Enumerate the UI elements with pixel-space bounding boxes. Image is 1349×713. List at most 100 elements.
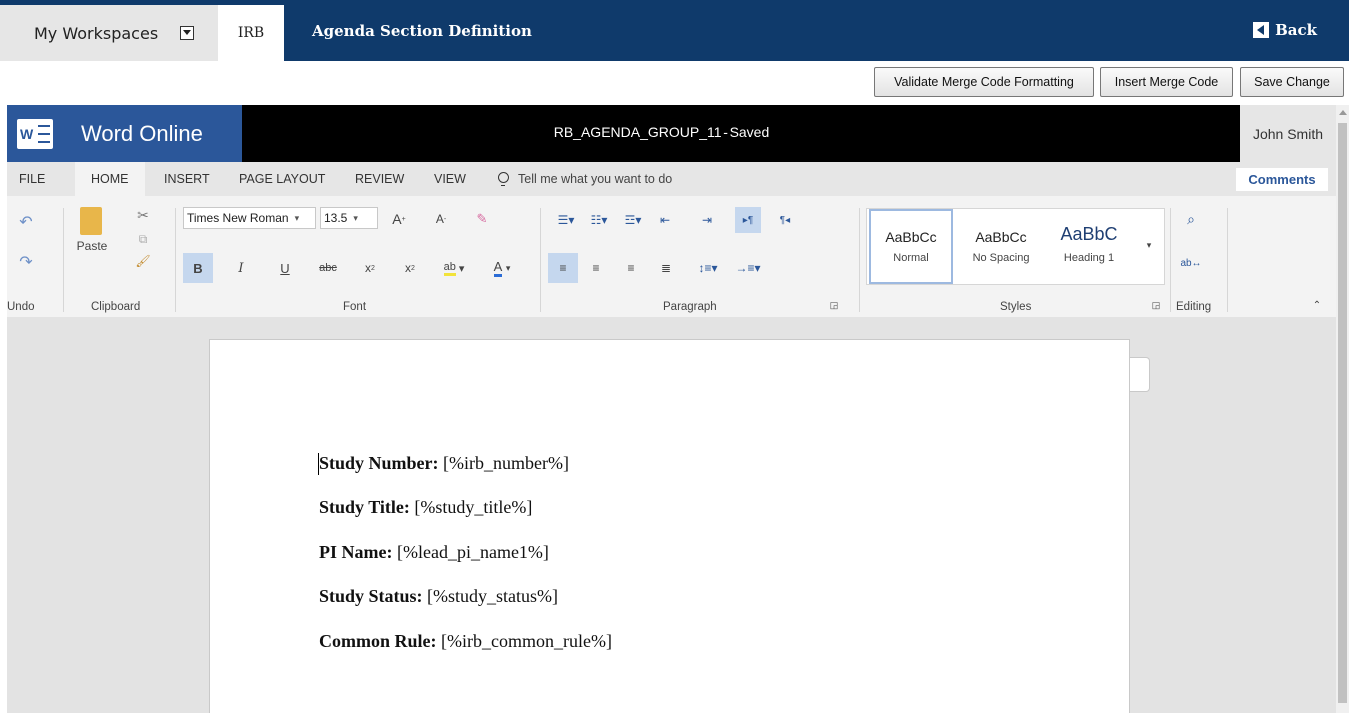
style-heading-1[interactable]: AaBbC Heading 1 <box>1047 209 1131 284</box>
save-change-button[interactable]: Save Change <box>1240 67 1344 97</box>
group-label-editing: Editing <box>1176 301 1212 313</box>
shrink-font-icon[interactable]: A- <box>432 210 450 228</box>
group-label-undo: Undo <box>7 301 35 313</box>
tell-me-text: Tell me what you want to do <box>518 172 673 186</box>
multilevel-list-icon[interactable]: ☲▾ <box>619 210 647 230</box>
line-value: [%study_title%] <box>414 497 533 517</box>
tab-page-layout[interactable]: PAGE LAYOUT <box>239 162 325 196</box>
style-sample: AaBbC <box>1060 223 1118 244</box>
increase-indent-icon[interactable]: ⇥ <box>697 210 717 230</box>
tab-irb[interactable]: IRB <box>218 5 284 61</box>
vertical-scrollbar[interactable] <box>1336 105 1349 713</box>
divider <box>63 208 64 312</box>
style-normal[interactable]: AaBbCc Normal <box>869 209 953 284</box>
replace-icon[interactable]: ab↔ <box>1180 254 1201 272</box>
tab-file[interactable]: FILE <box>19 162 45 196</box>
bold-button[interactable]: B <box>183 253 213 283</box>
insert-merge-code-button[interactable]: Insert Merge Code <box>1100 67 1233 97</box>
comments-button[interactable]: Comments <box>1236 168 1328 191</box>
format-painter-icon[interactable]: 🖌 <box>135 253 151 269</box>
back-arrow-icon <box>1253 22 1270 38</box>
style-name: Heading 1 <box>1063 251 1115 264</box>
scroll-up-icon[interactable] <box>1339 110 1347 115</box>
grow-font-icon[interactable]: A + <box>390 210 408 228</box>
decrease-indent-icon[interactable]: ⇤ <box>655 210 675 230</box>
scrollbar-thumb[interactable] <box>1338 123 1347 703</box>
numbering-icon[interactable]: ☷▾ <box>585 210 613 230</box>
highlight-icon[interactable]: ab ▾ <box>437 256 471 280</box>
back-label: Back <box>1275 21 1317 39</box>
justify-icon[interactable]: ≣ <box>655 256 677 280</box>
doc-line-study-status[interactable]: Study Status: [%study_status%] <box>319 586 558 607</box>
user-name[interactable]: John Smith <box>1240 105 1336 162</box>
redo-icon[interactable]: ↷ <box>17 253 35 271</box>
bullets-icon[interactable]: ☰▾ <box>552 210 580 230</box>
divider <box>1227 208 1228 312</box>
divider <box>1170 208 1171 312</box>
doc-line-study-title[interactable]: Study Title: [%study_title%] <box>319 497 532 518</box>
collapse-ribbon-icon[interactable]: ⌃ <box>1310 298 1324 312</box>
group-label-paragraph: Paragraph <box>663 301 717 313</box>
validate-merge-code-button[interactable]: Validate Merge Code Formatting <box>874 67 1094 97</box>
align-left-icon[interactable]: ≡ <box>548 253 578 283</box>
underline-button[interactable]: U <box>275 256 295 280</box>
find-icon[interactable]: ⌕ <box>1182 210 1200 228</box>
align-center-icon[interactable]: ≡ <box>585 256 607 280</box>
subscript-button[interactable]: x2 <box>360 256 380 280</box>
tell-me-box[interactable]: Tell me what you want to do <box>497 162 672 196</box>
line-spacing-icon[interactable]: ↕≡▾ <box>691 256 725 280</box>
clear-formatting-icon[interactable]: ✎ <box>473 210 491 228</box>
align-right-icon[interactable]: ≡ <box>620 256 642 280</box>
home-ribbon: ↶ ↷ Undo Paste ✂ ⧉ 🖌 Clipboard Times New… <box>7 196 1336 317</box>
workspaces-menu[interactable]: My Workspaces <box>0 5 218 61</box>
document-page[interactable]: Study Number: [%irb_number%] Study Title… <box>209 339 1130 713</box>
doc-line-pi-name[interactable]: PI Name: [%lead_pi_name1%] <box>319 542 549 563</box>
document-title: RB_AGENDA_GROUP_11 - Saved <box>7 124 1336 140</box>
styles-more-icon[interactable]: ▾ <box>1141 237 1157 253</box>
doc-status: Saved <box>729 124 770 140</box>
line-label: Study Number: <box>319 453 439 473</box>
style-no-spacing[interactable]: AaBbCc No Spacing <box>959 209 1043 284</box>
paragraph-spacing-icon[interactable]: →≡▾ <box>729 256 767 280</box>
style-sample: AaBbCc <box>975 229 1027 245</box>
copy-icon[interactable]: ⧉ <box>135 231 151 247</box>
group-label-styles: Styles <box>1000 301 1032 313</box>
group-label-font: Font <box>343 301 367 313</box>
rtl-icon[interactable]: ¶◂ <box>775 210 795 230</box>
doc-line-study-number[interactable]: Study Number: [%irb_number%] <box>319 453 569 474</box>
font-size-select[interactable]: 13.5 <box>320 207 378 229</box>
paragraph-dialog-launcher-icon[interactable]: ◲ <box>828 299 840 311</box>
doc-name: RB_AGENDA_GROUP_11 <box>553 124 722 140</box>
tab-view[interactable]: VIEW <box>434 162 466 196</box>
paste-label[interactable]: Paste <box>77 239 108 253</box>
font-name-value: Times New Roman <box>187 211 289 225</box>
line-value: [%irb_number%] <box>443 453 569 473</box>
paste-icon[interactable] <box>80 207 102 235</box>
styles-dialog-launcher-icon[interactable]: ◲ <box>1150 299 1162 311</box>
word-online-frame: W Word Online RB_AGENDA_GROUP_11 - Saved… <box>7 105 1336 713</box>
back-button[interactable]: Back <box>1253 21 1317 39</box>
doc-line-common-rule[interactable]: Common Rule: [%irb_common_rule%] <box>319 631 612 652</box>
superscript-button[interactable]: x2 <box>400 256 420 280</box>
tab-insert[interactable]: INSERT <box>164 162 210 196</box>
line-label: PI Name: <box>319 542 393 562</box>
comment-margin-tab[interactable] <box>1130 357 1150 392</box>
line-label: Study Title: <box>319 497 410 517</box>
divider <box>540 208 541 312</box>
line-value: [%study_status%] <box>427 586 559 606</box>
cut-icon[interactable]: ✂ <box>135 207 151 223</box>
style-name: Normal <box>893 252 929 264</box>
font-color-icon[interactable]: A ▾ <box>485 256 519 280</box>
italic-button[interactable]: I <box>231 256 251 280</box>
group-label-clipboard: Clipboard <box>91 301 141 313</box>
style-sample: AaBbCc <box>885 229 937 245</box>
font-name-select[interactable]: Times New Roman <box>183 207 316 229</box>
strikethrough-button[interactable]: abc <box>317 256 339 280</box>
font-size-value: 13.5 <box>324 211 348 225</box>
dropdown-icon[interactable] <box>180 26 195 40</box>
undo-icon[interactable]: ↶ <box>17 213 35 231</box>
tab-review[interactable]: REVIEW <box>355 162 404 196</box>
tab-home[interactable]: HOME <box>75 162 145 196</box>
divider <box>859 208 860 312</box>
ltr-icon[interactable]: ▸¶ <box>735 207 761 233</box>
